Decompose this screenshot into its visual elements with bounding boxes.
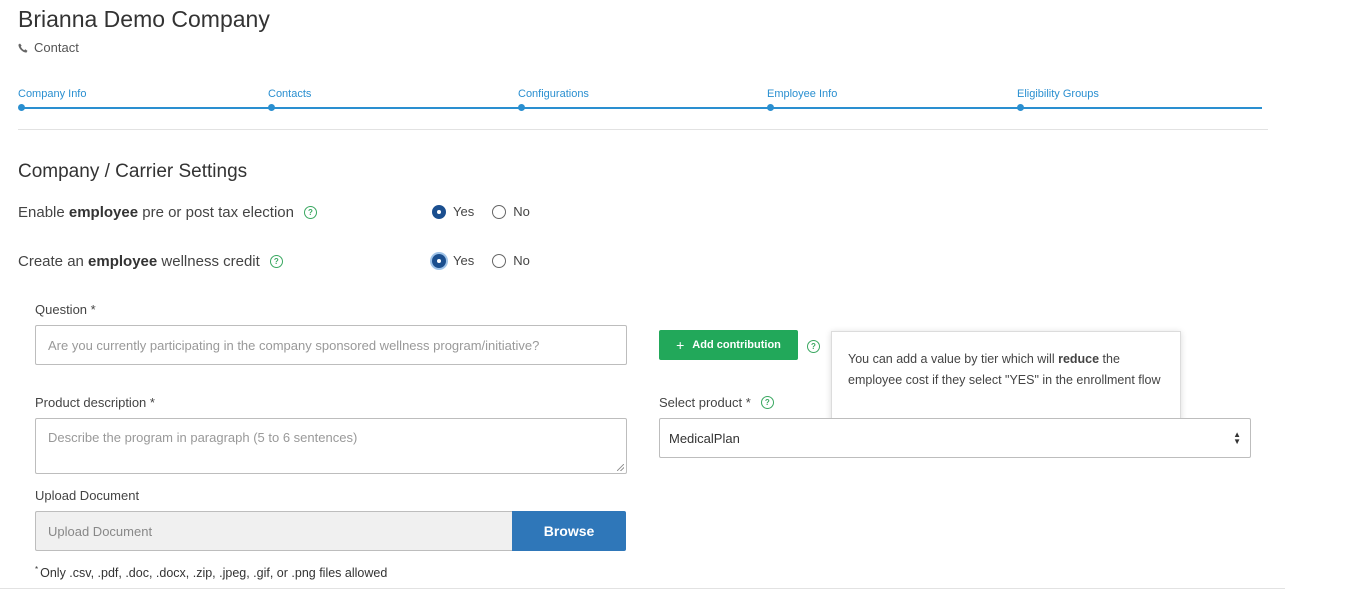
wellness-credit-label: Create an employee wellness credit ?: [18, 253, 283, 270]
step-label: Contacts: [268, 88, 312, 100]
step-employee-info[interactable]: Employee Info: [767, 88, 838, 111]
plus-icon: +: [676, 337, 685, 353]
select-product-label-text: Select product *: [659, 395, 751, 410]
tooltip-bold: reduce: [1058, 352, 1100, 366]
wellness-credit-yes-radio[interactable]: Yes: [432, 253, 474, 268]
page-title: Brianna Demo Company: [18, 6, 270, 32]
description-placeholder: Describe the program in paragraph (5 to …: [48, 430, 358, 445]
upload-placeholder: Upload Document: [48, 523, 153, 539]
browse-button[interactable]: Browse: [512, 511, 626, 551]
step-dot: [268, 104, 275, 111]
label-bold: employee: [88, 253, 158, 270]
product-description-textarea[interactable]: Describe the program in paragraph (5 to …: [35, 418, 627, 474]
step-contacts[interactable]: Contacts: [268, 88, 312, 111]
resize-handle-icon[interactable]: [617, 464, 624, 471]
progress-stepper: Company Info Contacts Configurations Emp…: [18, 88, 1268, 114]
add-contribution-button[interactable]: + Add contribution: [659, 330, 798, 360]
file-note-text: Only .csv, .pdf, .doc, .docx, .zip, .jpe…: [40, 566, 388, 581]
radio-circle: [432, 253, 446, 268]
file-type-note: * Only .csv, .pdf, .doc, .docx, .zip, .jp…: [35, 565, 387, 580]
radio-circle: [432, 204, 446, 219]
stepper-line: [22, 107, 1262, 109]
header-divider: [18, 129, 1268, 130]
step-eligibility-groups[interactable]: Eligibility Groups: [1017, 88, 1099, 111]
step-label: Configurations: [518, 88, 589, 100]
select-product-label: Select product * ?: [659, 395, 774, 410]
select-product-dropdown[interactable]: MedicalPlan ▲ ▼: [659, 418, 1251, 458]
question-input[interactable]: Are you currently participating in the c…: [35, 325, 627, 365]
step-dot: [767, 104, 774, 111]
question-label: Question *: [35, 302, 96, 317]
step-label: Employee Info: [767, 88, 838, 100]
step-company-info[interactable]: Company Info: [18, 88, 87, 111]
label-text: pre or post tax election: [138, 204, 294, 221]
help-icon[interactable]: ?: [760, 396, 774, 409]
select-arrows-icon: ▲ ▼: [1233, 430, 1241, 446]
step-label: Company Info: [18, 88, 87, 100]
contact-label: Contact: [34, 40, 79, 55]
upload-document-field[interactable]: Upload Document: [35, 511, 513, 551]
step-dot: [1017, 104, 1024, 111]
contribution-tooltip: You can add a value by tier which will r…: [831, 331, 1181, 428]
contact-link[interactable]: Contact: [18, 40, 79, 55]
tax-election-radio-group: Yes No: [432, 204, 530, 219]
product-description-label: Product description *: [35, 395, 155, 410]
label-text: Enable: [18, 204, 69, 221]
section-title: Company / Carrier Settings: [18, 161, 248, 182]
add-contribution-label: Add contribution: [692, 339, 781, 351]
wellness-credit-radio-group: Yes No: [432, 253, 530, 268]
step-label: Eligibility Groups: [1017, 88, 1099, 100]
wellness-credit-no-radio[interactable]: No: [492, 253, 530, 268]
tax-election-label: Enable employee pre or post tax election…: [18, 204, 317, 221]
radio-label: No: [513, 253, 530, 268]
label-text: Create an: [18, 253, 89, 270]
tooltip-text: You can add a value by tier which will: [848, 352, 1059, 366]
help-icon[interactable]: ?: [807, 340, 820, 353]
question-placeholder: Are you currently participating in the c…: [48, 337, 540, 353]
tax-election-no-radio[interactable]: No: [492, 204, 530, 219]
bottom-divider: [0, 588, 1285, 589]
label-text: wellness credit: [157, 253, 260, 270]
tax-election-yes-radio[interactable]: Yes: [432, 204, 474, 219]
label-bold: employee: [68, 204, 139, 221]
help-icon[interactable]: ?: [269, 255, 283, 268]
phone-icon: [18, 43, 28, 53]
help-icon[interactable]: ?: [304, 206, 317, 219]
radio-label: No: [513, 204, 530, 219]
radio-circle: [492, 253, 507, 268]
required-marker: *: [35, 565, 39, 574]
select-product-value: MedicalPlan: [669, 430, 740, 446]
radio-circle: [492, 204, 507, 219]
step-dot: [518, 104, 525, 111]
step-configurations[interactable]: Configurations: [518, 88, 589, 111]
step-dot: [18, 104, 25, 111]
upload-label: Upload Document: [35, 488, 140, 503]
radio-label: Yes: [453, 204, 475, 219]
radio-label: Yes: [453, 253, 475, 268]
